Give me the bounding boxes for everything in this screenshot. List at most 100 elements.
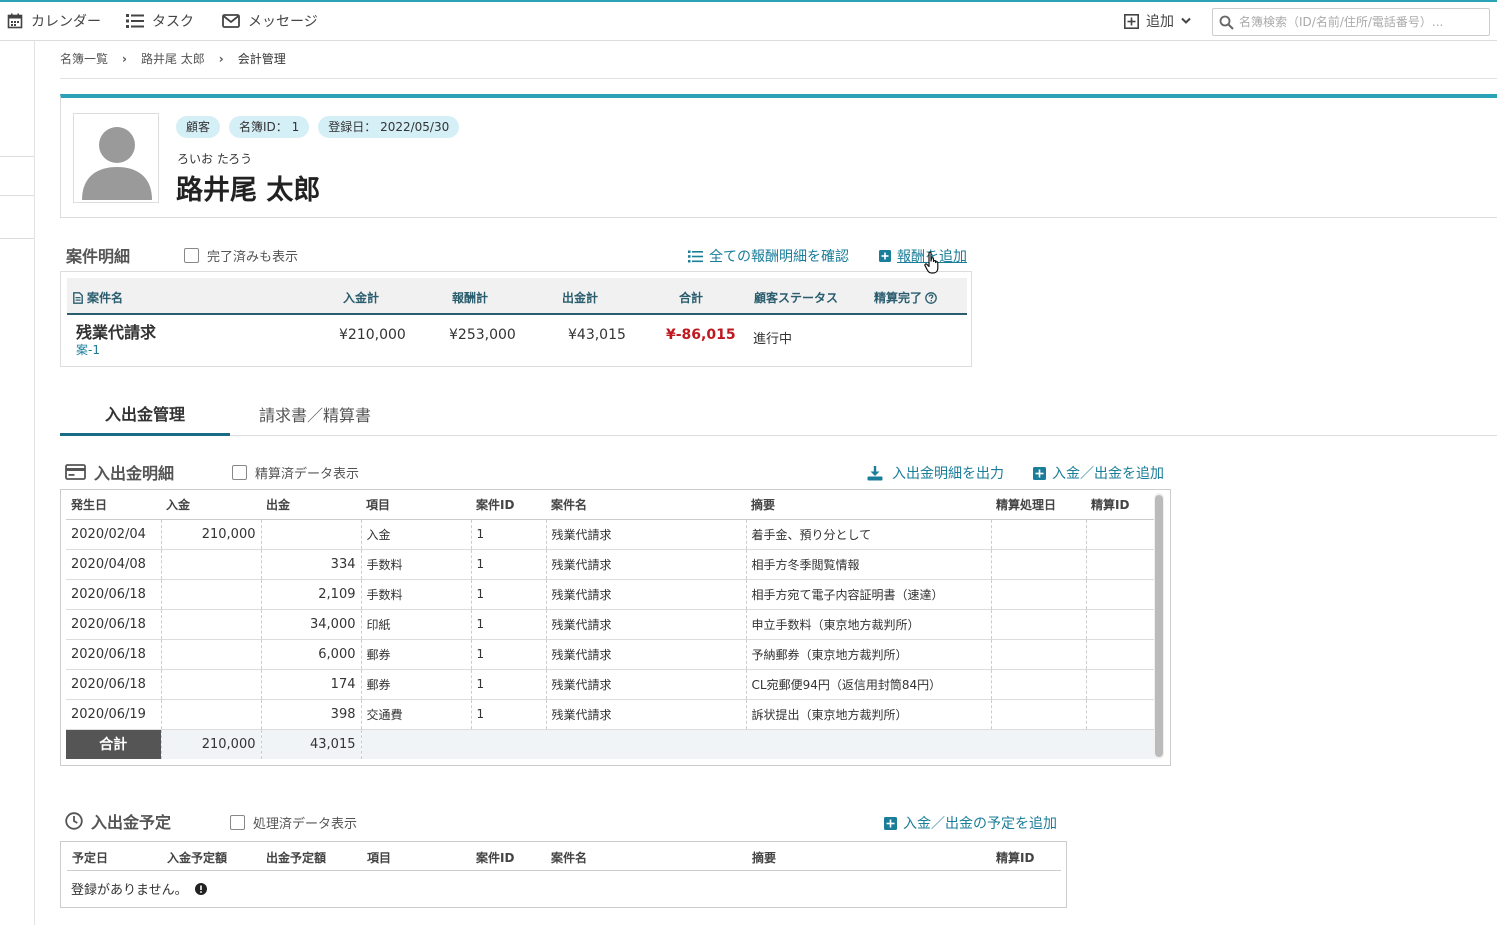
case-deposit-total: ¥210,000 [339, 327, 406, 343]
ledger-title-text: 入出金明細 [94, 464, 175, 483]
search-icon [1219, 15, 1234, 30]
tab-ledger[interactable]: 入出金管理 [60, 392, 230, 436]
row-settle-date [991, 699, 1087, 730]
add-transaction-link[interactable]: 入金／出金を追加 [1033, 463, 1164, 483]
document-icon [73, 291, 83, 304]
row-case-id: 1 [471, 609, 547, 640]
add-fee-link[interactable]: 報酬を追加 [879, 246, 967, 266]
checkbox-box[interactable] [230, 815, 245, 830]
col-deposit[interactable]: 入金 [161, 490, 261, 520]
row-case-id: 1 [471, 639, 547, 670]
nav-message-label: メッセージ [248, 14, 318, 30]
profile-card: 顧客 名簿ID： 1 登録日： 2022/05/30 ろいお たろう 路井尾 太… [60, 94, 1497, 218]
table-row[interactable]: 2020/06/18 34,000 印紙 1 残業代請求 申立手数料（東京地方裁判所） [66, 609, 1157, 640]
chevron-right-icon: › [218, 51, 224, 66]
col-case-name[interactable]: 案件名 [551, 849, 587, 866]
col-item[interactable]: 項目 [361, 490, 471, 520]
col-date[interactable]: 発生日 [66, 490, 161, 520]
row-withdraw: 334 [261, 549, 362, 580]
row-settle-date [991, 639, 1087, 670]
col-scheduled-deposit[interactable]: 入金予定額 [167, 849, 227, 866]
ledger-table: 発生日 入金 出金 項目 案件ID 案件名 摘要 精算処理日 精算ID 2020… [66, 490, 1157, 759]
add-schedule-link[interactable]: 入金／出金の予定を追加 [884, 813, 1057, 833]
customer-badge: 顧客 [176, 116, 221, 138]
add-dropdown[interactable]: 追加 [1124, 11, 1191, 31]
col-case-name-label: 案件名 [87, 291, 124, 305]
col-settle-date[interactable]: 精算処理日 [991, 490, 1086, 520]
row-settle-id [1086, 579, 1157, 610]
show-processed-checkbox[interactable]: 処理済データ表示 [230, 813, 357, 832]
col-case-name[interactable]: 案件名 [546, 490, 746, 520]
person-name: 路井尾 太郎 [176, 175, 321, 206]
breadcrumb-person[interactable]: 路井尾 太郎 [141, 50, 205, 67]
breadcrumb-list[interactable]: 名簿一覧 [60, 50, 108, 67]
row-withdraw: 174 [261, 669, 362, 700]
view-all-fees-link[interactable]: 全ての報酬明細を確認 [688, 246, 849, 266]
table-row[interactable]: 2020/06/19 398 交通費 1 残業代請求 訴状提出（東京地方裁判所） [66, 699, 1157, 730]
col-withdraw[interactable]: 出金 [261, 490, 361, 520]
row-settle-id [1086, 699, 1157, 730]
search-input[interactable] [1239, 15, 1479, 29]
row-summary: 申立手数料（東京地方裁判所） [746, 609, 992, 640]
table-row[interactable]: 2020/06/18 174 郵券 1 残業代請求 CL宛郵便94円（返信用封筒84円） [66, 669, 1157, 700]
export-ledger-link[interactable]: 入出金明細を出力 [867, 463, 1004, 483]
row-summary: CL宛郵便94円（返信用封筒84円） [746, 669, 992, 700]
breadcrumb-current: 会計管理 [237, 52, 286, 66]
row-case-name: 残業代請求 [546, 579, 747, 610]
row-withdraw: 6,000 [261, 639, 362, 670]
nav-calendar[interactable]: カレンダー [7, 11, 101, 31]
row-deposit [161, 669, 262, 700]
col-case-id[interactable]: 案件ID [471, 490, 546, 520]
row-settle-date [991, 579, 1087, 610]
nav-task[interactable]: タスク [126, 11, 194, 31]
total-withdraw: 43,015 [261, 729, 362, 759]
top-navigation-bar: カレンダー タスク メッセージ 追加 [0, 0, 1497, 41]
table-row[interactable]: 2020/06/18 6,000 郵券 1 残業代請求 予納郵券（東京地方裁判所） [66, 639, 1157, 670]
row-case-name: 残業代請求 [546, 699, 747, 730]
ledger-header-row: 発生日 入金 出金 項目 案件ID 案件名 摘要 精算処理日 精算ID [66, 490, 1156, 520]
row-settle-id [1086, 669, 1157, 700]
cases-title: 案件明細 [66, 243, 130, 267]
col-case-id[interactable]: 案件ID [476, 849, 514, 866]
col-settle-id[interactable]: 精算ID [1086, 490, 1156, 520]
scrollbar-thumb[interactable] [1155, 495, 1163, 757]
row-deposit [161, 579, 262, 610]
envelope-icon [222, 14, 240, 28]
show-processed-label: 処理済データ表示 [253, 817, 358, 832]
sidebar-divider [0, 156, 34, 157]
total-label: 合計 [66, 729, 162, 759]
schedule-table: 予定日 入金予定額 出金予定額 項目 案件ID 案件名 摘要 精算ID 登録があ… [60, 841, 1067, 908]
case-name[interactable]: 残業代請求 [76, 319, 156, 343]
row-case-id: 1 [471, 549, 547, 580]
col-scheduled-withdraw[interactable]: 出金予定額 [266, 849, 326, 866]
show-settled-label: 精算済データ表示 [255, 467, 360, 482]
col-settle-id[interactable]: 精算ID [996, 849, 1034, 866]
table-row[interactable]: 2020/06/18 2,109 手数料 1 残業代請求 相手方宛て電子内容証明書（速達） [66, 579, 1157, 610]
tab-invoice[interactable]: 請求書／精算書 [240, 392, 390, 436]
row-summary: 着手金、預り分として [746, 519, 992, 550]
row-settle-id [1086, 519, 1157, 550]
registered-date-badge: 登録日： 2022/05/30 [318, 116, 460, 138]
chevron-down-icon [1181, 17, 1191, 24]
checkbox-box[interactable] [184, 248, 199, 263]
col-summary[interactable]: 摘要 [746, 490, 991, 520]
nav-message[interactable]: メッセージ [222, 11, 318, 31]
row-item: 手数料 [361, 549, 472, 580]
show-completed-checkbox[interactable]: 完了済みも表示 [184, 246, 298, 265]
col-summary[interactable]: 摘要 [752, 849, 776, 866]
plus-square-icon [1124, 13, 1139, 29]
table-row[interactable]: 2020/02/04 210,000 入金 1 残業代請求 着手金、預り分として [66, 519, 1157, 550]
table-row[interactable]: 2020/04/08 334 手数料 1 残業代請求 相手方冬季閲覧情報 [66, 549, 1157, 580]
ledger-total-row: 合計 210,000 43,015 [66, 729, 1156, 759]
col-case-name: 案件名 [73, 289, 123, 306]
show-settled-checkbox[interactable]: 精算済データ表示 [232, 463, 359, 482]
col-item[interactable]: 項目 [367, 849, 391, 866]
search-box[interactable] [1212, 8, 1490, 36]
row-case-id: 1 [471, 669, 547, 700]
row-deposit [161, 609, 262, 640]
checkbox-box[interactable] [232, 465, 247, 480]
ledger-scrollbar[interactable] [1154, 493, 1164, 759]
help-icon[interactable] [925, 291, 937, 304]
ledger-grid: 発生日 入金 出金 項目 案件ID 案件名 摘要 精算処理日 精算ID 2020… [60, 489, 1171, 766]
col-scheduled-date[interactable]: 予定日 [72, 849, 108, 866]
